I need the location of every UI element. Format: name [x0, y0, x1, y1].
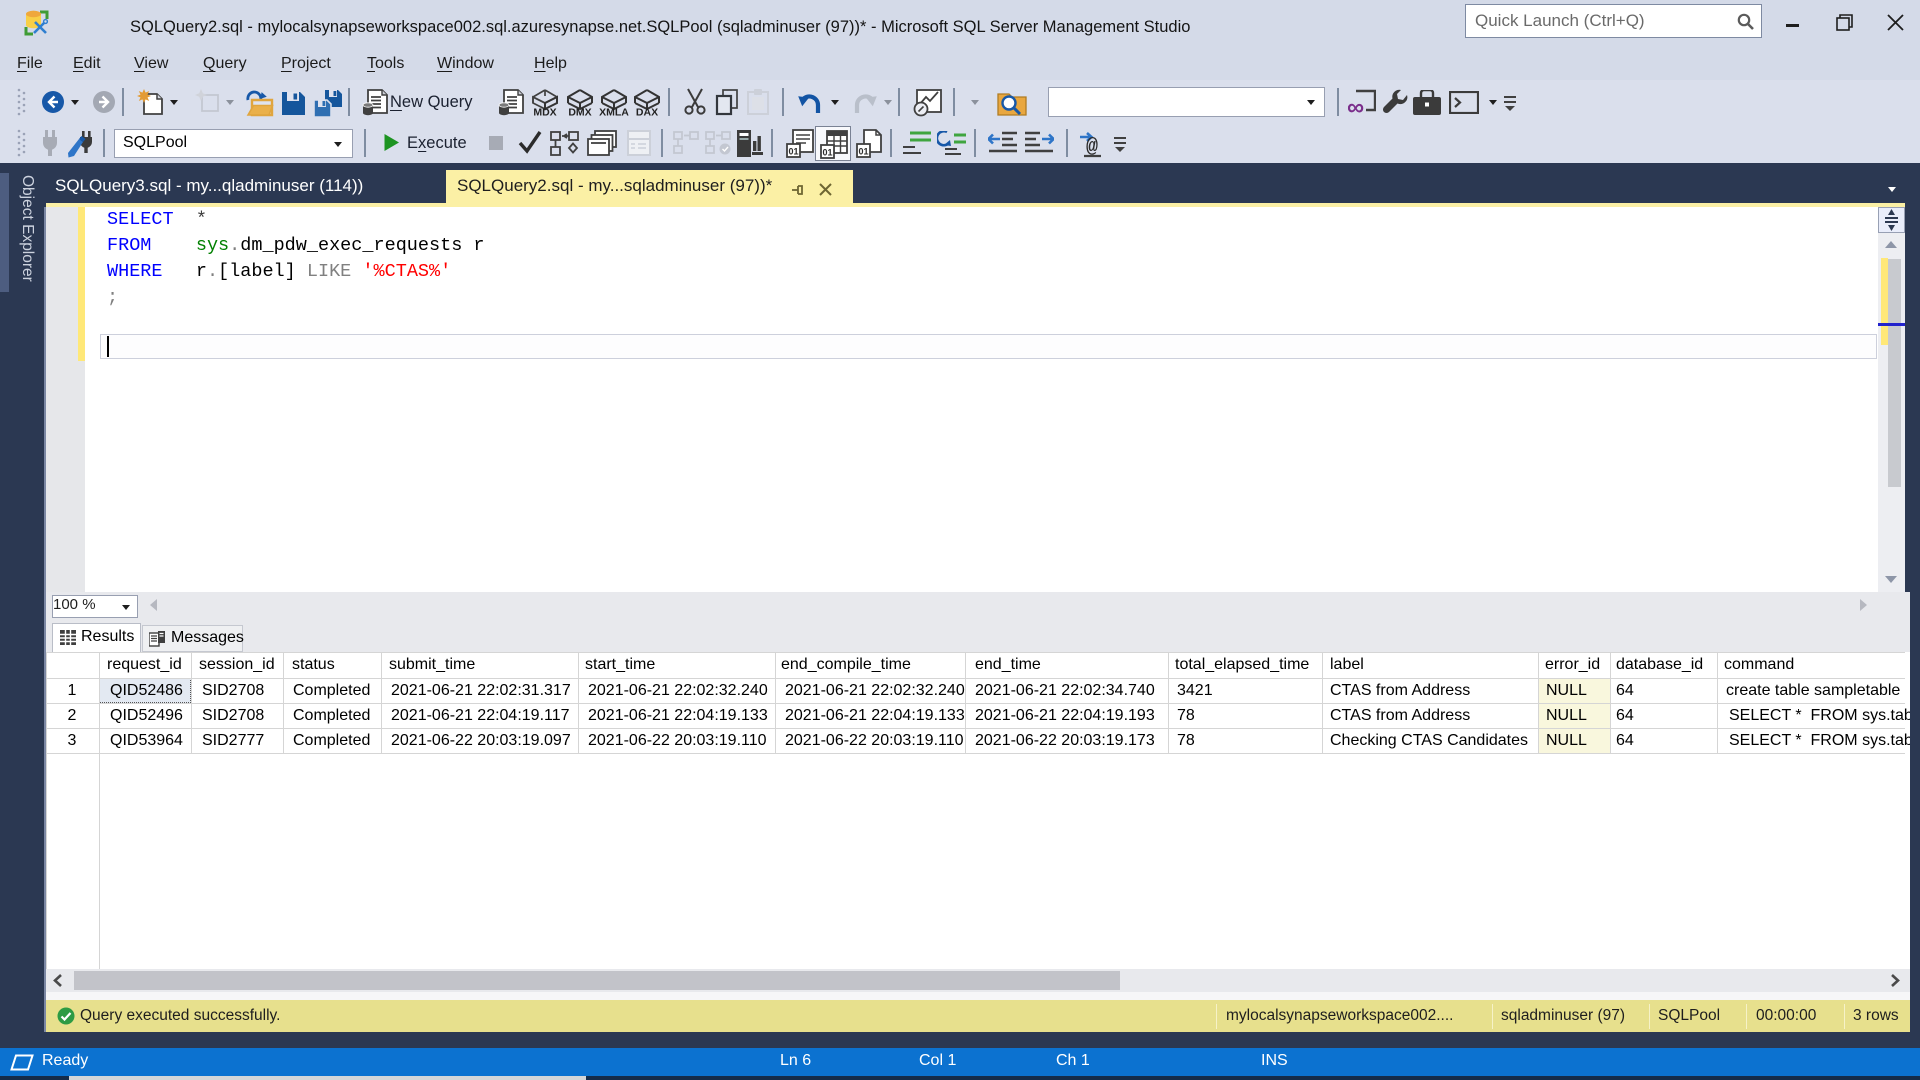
svg-text:01: 01 — [788, 147, 798, 157]
svg-text:@: @ — [1086, 136, 1098, 158]
svg-text:01: 01 — [822, 148, 832, 158]
svg-text:01: 01 — [858, 147, 868, 157]
